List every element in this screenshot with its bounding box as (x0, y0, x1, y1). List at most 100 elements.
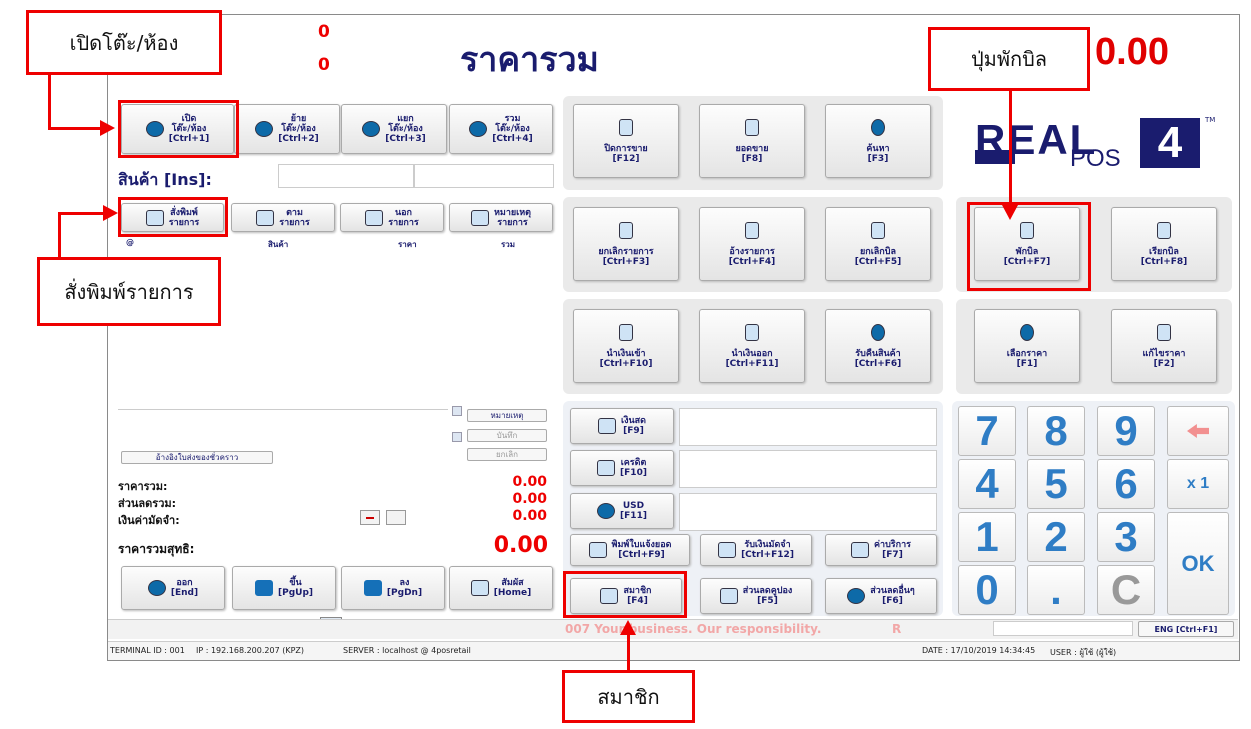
cash-button[interactable]: เงินสด [F9] (570, 408, 674, 444)
cash-in-button[interactable]: นำเงินเข้า [Ctrl+F10] (573, 309, 679, 383)
recall-bill-button[interactable]: เรียกบิล [Ctrl+F8] (1111, 207, 1217, 281)
dollar-icon (745, 118, 759, 136)
split-table-button[interactable]: แยก โต๊ะ/ห้อง [Ctrl+3] (341, 104, 447, 154)
merge-table-label: รวม โต๊ะ/ห้อง [Ctrl+4] (492, 114, 533, 144)
product-input[interactable] (278, 164, 414, 188)
grand-total: 0.00 (1095, 31, 1169, 73)
exit-button[interactable]: ออก [End] (121, 566, 225, 610)
coupon-icon (719, 588, 738, 604)
ref-delivery-button[interactable]: อ้างอิงใบส่งของชั่วคราว (121, 451, 273, 464)
close-sale-button[interactable]: ปิดการขาย [F12] (573, 104, 679, 178)
page-up-button[interactable]: ขึ้น [PgUp] (232, 566, 336, 610)
usd-amount-field[interactable] (679, 493, 937, 531)
search-deposit-button[interactable] (386, 510, 406, 525)
cancel-bill-button[interactable]: ยกเลิกบิล [Ctrl+F5] (825, 207, 931, 281)
cash-icon (598, 418, 617, 434)
page-down-button[interactable]: ลง [PgDn] (341, 566, 445, 610)
cancel-button[interactable]: ยกเลิก (467, 448, 547, 461)
arrow-head-up (620, 620, 636, 635)
touch-button[interactable]: สัมผัส [Home] (449, 566, 553, 610)
date-time: DATE : 17/10/2019 14:34:45 (922, 646, 1036, 655)
multiply-button[interactable]: x 1 (1167, 459, 1229, 509)
usd-label: USD [F11] (620, 501, 647, 521)
key-7[interactable]: 7 (958, 406, 1016, 456)
key-8[interactable]: 8 (1027, 406, 1085, 456)
save-button[interactable]: บันทึก (467, 429, 547, 442)
arrow-line (627, 632, 630, 670)
key-3[interactable]: 3 (1097, 512, 1155, 562)
note-button[interactable]: หมายเหตุ (467, 409, 547, 422)
coupon-discount-button[interactable]: ส่วนลดคูปอง [F5] (700, 578, 812, 614)
move-table-button[interactable]: ย้าย โต๊ะ/ห้อง [Ctrl+2] (234, 104, 340, 154)
ref-doc-icon (745, 221, 759, 239)
other-discount-button[interactable]: ส่วนลดอื่นๆ [F6] (825, 578, 937, 614)
ref-item-button[interactable]: อ้างรายการ [Ctrl+F4] (699, 207, 805, 281)
total-label: ราคารวม: (118, 480, 168, 493)
minus-icon (366, 516, 374, 519)
cash-in-label: นำเงินเข้า [Ctrl+F10] (599, 348, 653, 369)
key-5[interactable]: 5 (1027, 459, 1085, 509)
follow-items-label: ตาม รายการ (279, 207, 310, 228)
return-goods-button[interactable]: รับคืนสินค้า [Ctrl+F6] (825, 309, 931, 383)
follow-items-button[interactable]: ตาม รายการ (231, 203, 335, 232)
user-info: USER : ผู้ใช้ (ผู้ใช้) (1050, 648, 1117, 657)
language-button[interactable]: ENG [Ctrl+F1] (1138, 621, 1234, 637)
touch-label: สัมผัส [Home] (493, 578, 532, 598)
key-2[interactable]: 2 (1027, 512, 1085, 562)
key-1[interactable]: 1 (958, 512, 1016, 562)
search-button[interactable]: ค้นหา [F3] (825, 104, 931, 178)
column-product: สินค้า (268, 240, 289, 249)
merge-table-button[interactable]: รวม โต๊ะ/ห้อง [Ctrl+4] (449, 104, 553, 154)
cash-amount-field[interactable] (679, 408, 937, 446)
realpos4-logo: REAL POS 4 TM (975, 116, 1223, 173)
clear-button[interactable]: C (1097, 565, 1155, 615)
edit-price-button[interactable]: แก้ไขราคา [F2] (1111, 309, 1217, 383)
scroll-down-arrow[interactable] (452, 432, 462, 442)
cash-out-label: นำเงินออก [Ctrl+F11] (725, 348, 779, 369)
backspace-button[interactable] (1167, 406, 1229, 456)
terminal-id: TERMINAL ID : 001 (110, 646, 185, 655)
deposit-label: เงินค่ามัดจำ: (118, 514, 180, 527)
item-note-button[interactable]: หมายเหตุ รายการ (449, 203, 553, 232)
select-price-label: เลือกราคา [F1] (1006, 348, 1048, 369)
arrow-head-right (103, 205, 118, 221)
select-price-button[interactable]: เลือกราคา [F1] (974, 309, 1080, 383)
search-label: ค้นหา [F3] (866, 143, 890, 164)
key-0[interactable]: 0 (958, 565, 1016, 615)
other-discount-label: ส่วนลดอื่นๆ [F6] (870, 586, 915, 606)
coupon-discount-label: ส่วนลดคูปอง [F5] (742, 586, 793, 606)
search-icon (871, 118, 885, 136)
service-charge-button[interactable]: ค่าบริการ [F7] (825, 534, 937, 566)
print-statement-button[interactable]: พิมพ์ใบแจ้งยอด [Ctrl+F9] (570, 534, 690, 566)
product-input-extra[interactable] (414, 164, 554, 188)
key-6[interactable]: 6 (1097, 459, 1155, 509)
key-4[interactable]: 4 (958, 459, 1016, 509)
key-dot[interactable]: . (1027, 565, 1085, 615)
folder-open-icon (1157, 221, 1171, 239)
ticker-text: 007 Your business. Our responsibility. (565, 622, 822, 636)
product-label: สินค้า [Ins]: (118, 170, 212, 189)
price-tag-icon (1020, 323, 1034, 341)
scroll-up-arrow[interactable] (452, 406, 462, 416)
server-info: SERVER : localhost @ 4posretail (343, 646, 471, 655)
minus-button[interactable] (360, 510, 380, 525)
outside-items-button[interactable]: นอก รายการ (340, 203, 444, 232)
cash-out-button[interactable]: นำเงินออก [Ctrl+F11] (699, 309, 805, 383)
credit-amount-field[interactable] (679, 450, 937, 488)
cancel-item-button[interactable]: ยกเลิกรายการ [Ctrl+F3] (573, 207, 679, 281)
currency-icon (597, 503, 616, 519)
move-table-label: ย้าย โต๊ะ/ห้อง [Ctrl+2] (278, 114, 319, 144)
key-9[interactable]: 9 (1097, 406, 1155, 456)
arrow-head-right (100, 120, 115, 136)
printer-icon (256, 209, 275, 226)
sales-total-label: ยอดขาย [F8] (735, 143, 769, 164)
outside-items-label: นอก รายการ (388, 207, 419, 228)
credit-button[interactable]: เครดิต [F10] (570, 450, 674, 486)
cancel-bill-icon (871, 221, 885, 239)
ok-button[interactable]: OK (1167, 512, 1229, 615)
usd-button[interactable]: USD [F11] (570, 493, 674, 529)
sales-total-button[interactable]: ยอดขาย [F8] (699, 104, 805, 178)
receive-deposit-button[interactable]: รับเงินมัดจำ [Ctrl+F12] (700, 534, 812, 566)
arrow-up-icon (254, 580, 273, 596)
merge-table-icon (469, 121, 488, 137)
